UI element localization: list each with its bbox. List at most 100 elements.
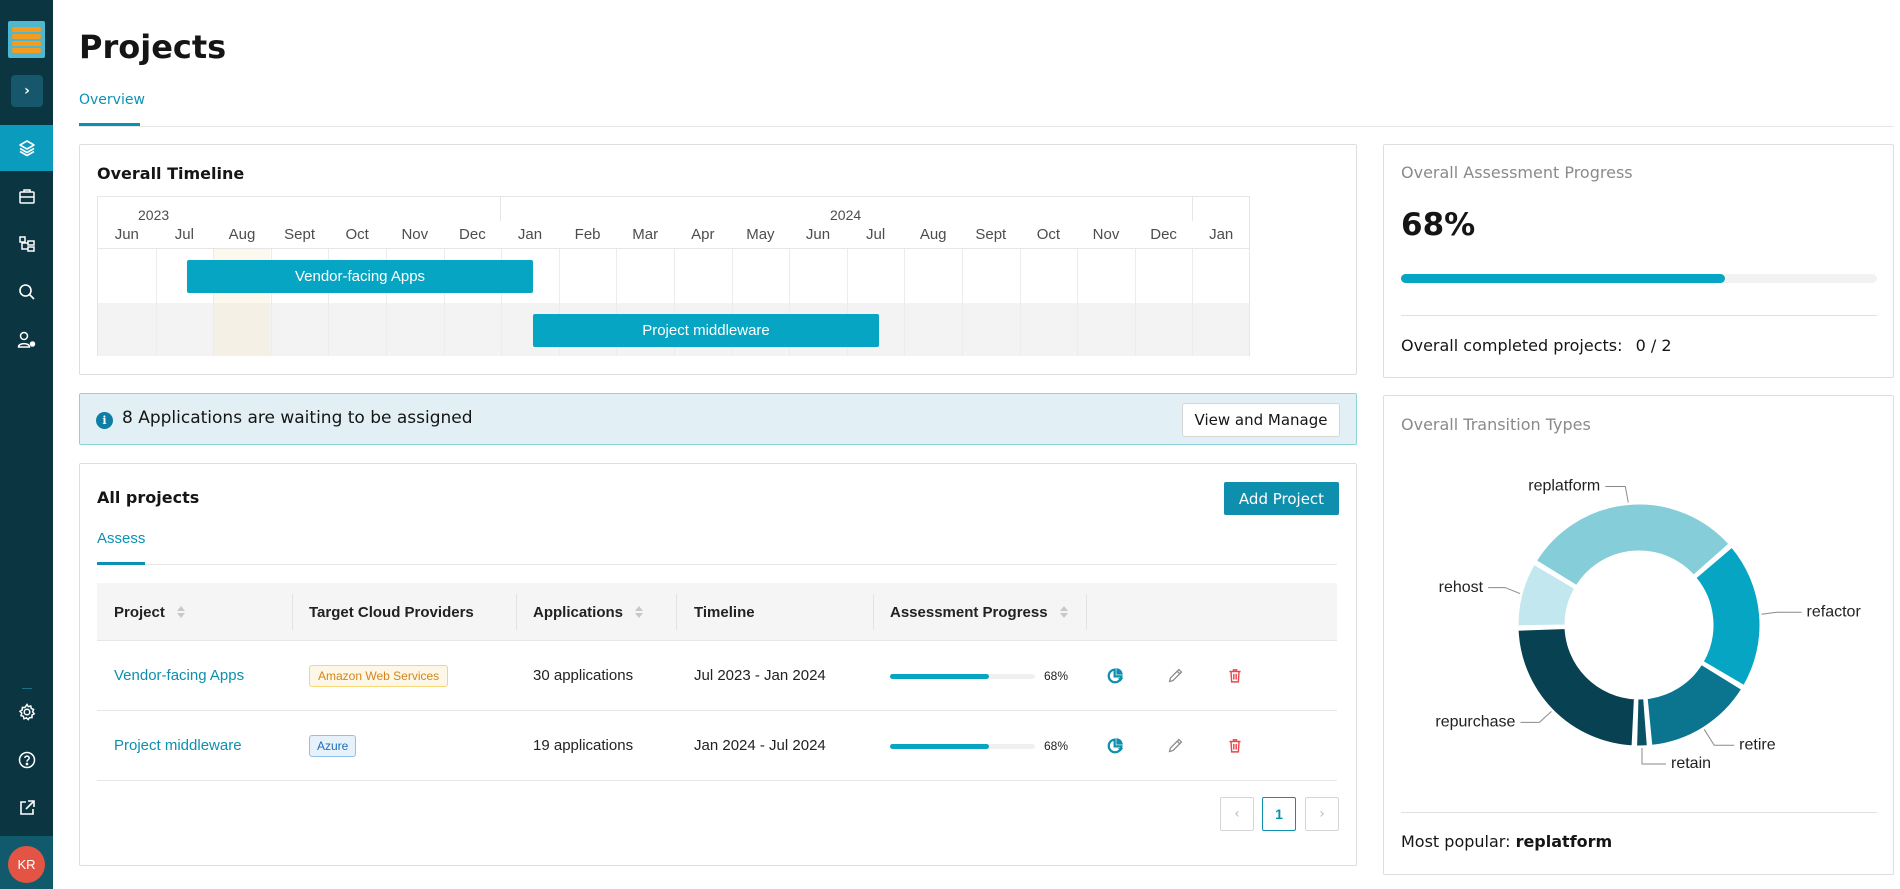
external-link-icon bbox=[19, 800, 35, 815]
sidebar-item-settings[interactable] bbox=[0, 689, 53, 735]
tabs-divider bbox=[79, 126, 1894, 127]
timeline-month-label: Jan bbox=[517, 226, 543, 243]
delete-button[interactable] bbox=[1224, 734, 1246, 756]
timeline-month-label: Sept bbox=[975, 226, 1007, 243]
avatar[interactable]: KR bbox=[8, 846, 45, 883]
sidebar-item-help[interactable] bbox=[0, 737, 53, 783]
assessment-progress-value: 68% bbox=[1044, 738, 1069, 753]
assess-chart-icon bbox=[1107, 737, 1123, 753]
view-and-manage-button[interactable]: View and Manage bbox=[1182, 403, 1340, 437]
sidebar-item-user-settings[interactable] bbox=[0, 317, 53, 363]
donut-label-repurchase: repurchase bbox=[1435, 714, 1515, 731]
donut-label-retire: retire bbox=[1739, 737, 1776, 754]
tab-assess[interactable]: Assess bbox=[97, 530, 145, 547]
donut-leader-line-retire bbox=[1703, 729, 1735, 746]
donut-slice-repurchase[interactable] bbox=[1515, 626, 1637, 749]
timeline-year-divider bbox=[500, 197, 501, 221]
donut-slice-retain[interactable] bbox=[1634, 696, 1650, 749]
pagination-next-button[interactable]: › bbox=[1305, 797, 1339, 831]
applications-cell: 19 applications bbox=[533, 737, 634, 754]
delete-button[interactable] bbox=[1224, 664, 1246, 686]
sidebar-item-projects[interactable] bbox=[0, 125, 53, 171]
hierarchy-icon bbox=[18, 236, 35, 252]
edit-pencil-icon bbox=[1168, 668, 1182, 682]
donut-label-retain: retain bbox=[1671, 755, 1711, 772]
pagination-prev-button[interactable]: ‹ bbox=[1220, 797, 1254, 831]
project-name-link[interactable]: Project middleware bbox=[114, 711, 242, 780]
timeline-month-label: Aug bbox=[228, 226, 256, 243]
donut-label-rehost: rehost bbox=[1439, 579, 1484, 596]
sort-icon[interactable] bbox=[1059, 606, 1068, 618]
timeline-grid-line bbox=[1077, 249, 1079, 356]
column-header-applications[interactable]: Applications bbox=[533, 583, 644, 641]
timeline-grid-line bbox=[1134, 249, 1136, 356]
alert-text: 8 Applications are waiting to be assigne… bbox=[122, 408, 473, 428]
sidebar-item-search[interactable] bbox=[0, 269, 53, 315]
timeline-month-label: Jan bbox=[1209, 226, 1234, 243]
all-projects-title: All projects bbox=[97, 488, 200, 507]
assessment-progress-card: Overall Assessment Progress 68% Overall … bbox=[1383, 144, 1894, 378]
assessment-progress-percent: 68% bbox=[1401, 207, 1476, 243]
column-header-timeline: Timeline bbox=[694, 603, 755, 621]
unassigned-apps-alert: i 8 Applications are waiting to be assig… bbox=[79, 393, 1357, 445]
column-header-project[interactable]: Project bbox=[114, 583, 185, 641]
assessment-progress-title: Overall Assessment Progress bbox=[1401, 163, 1633, 182]
edit-button[interactable] bbox=[1164, 734, 1186, 756]
assessment-progress-bar bbox=[890, 674, 1035, 679]
tab-overview[interactable]: Overview bbox=[79, 92, 145, 108]
timeline-card: Overall Timeline 2023 2024 Jun Jul Aug Sept… bbox=[79, 144, 1357, 375]
add-project-button[interactable]: Add Project bbox=[1224, 482, 1339, 515]
column-label: Project bbox=[114, 603, 165, 621]
timeline-bar-vendor-facing-apps[interactable]: Vendor-facing Apps bbox=[187, 260, 533, 293]
most-popular-label: Most popular: bbox=[1401, 832, 1511, 851]
completed-projects: Overall completed projects: 0 / 2 bbox=[1401, 336, 1672, 355]
sidebar: › KR bbox=[0, 0, 53, 889]
timeline-month-label: Nov bbox=[401, 226, 429, 243]
sidebar-item-external-link[interactable] bbox=[0, 785, 53, 831]
transition-types-donut-chart: replatform refactor retire retain repurchase… bbox=[1435, 478, 1861, 773]
gear-icon bbox=[18, 703, 35, 721]
cloud-provider-cell: Azure bbox=[309, 711, 357, 780]
completed-projects-value: 0 / 2 bbox=[1635, 336, 1672, 355]
sidebar-item-hierarchy[interactable] bbox=[0, 221, 53, 267]
timeline-bar-project-middleware[interactable]: Project middleware bbox=[533, 314, 879, 347]
progress-fill bbox=[1401, 274, 1725, 283]
user-menu[interactable]: KR bbox=[0, 836, 53, 889]
app-logo[interactable] bbox=[8, 21, 45, 58]
sidebar-toggle-button[interactable]: › bbox=[11, 75, 43, 107]
project-name-link[interactable]: Vendor-facing Apps bbox=[114, 641, 244, 710]
pagination-page-current[interactable]: 1 bbox=[1262, 797, 1296, 831]
timeline-title: Overall Timeline bbox=[97, 164, 245, 183]
column-divider bbox=[516, 594, 517, 630]
tab-overview-indicator bbox=[79, 123, 140, 126]
column-header-target-cloud-providers: Target Cloud Providers bbox=[309, 603, 474, 621]
donut-leader-line-repurchase bbox=[1520, 710, 1552, 723]
sort-icon[interactable] bbox=[176, 606, 185, 618]
timeline-month-label: May bbox=[746, 226, 775, 243]
column-divider bbox=[873, 594, 874, 630]
sidebar-item-portfolio[interactable] bbox=[0, 173, 53, 219]
table-header: Project Target Cloud Providers Applicati… bbox=[97, 583, 1337, 641]
timeline-year-2023: 2023 bbox=[138, 207, 170, 223]
help-icon bbox=[18, 751, 35, 769]
timeline-month-label: Jul bbox=[866, 226, 886, 243]
timeline-month-label: Oct bbox=[1036, 226, 1061, 243]
timeline-month-label: Jun bbox=[805, 226, 831, 243]
column-divider bbox=[292, 594, 293, 630]
applications-cell: 30 applications bbox=[533, 667, 634, 684]
donut-leader-line-rehost bbox=[1488, 587, 1521, 595]
chevron-right-icon: › bbox=[24, 83, 30, 99]
sort-icon[interactable] bbox=[635, 606, 644, 618]
timeline-year-2024: 2024 bbox=[830, 207, 862, 223]
column-header-assessment-progress[interactable]: Assessment Progress bbox=[890, 583, 1068, 641]
assess-button[interactable] bbox=[1104, 664, 1126, 686]
assess-button[interactable] bbox=[1104, 734, 1126, 756]
edit-button[interactable] bbox=[1164, 664, 1186, 686]
layers-icon bbox=[18, 140, 35, 157]
tab-assess-indicator bbox=[97, 562, 145, 565]
delete-trash-icon bbox=[1229, 668, 1241, 683]
user-gear-icon bbox=[17, 331, 35, 348]
transition-types-card: Overall Transition Types replatform refac… bbox=[1383, 395, 1894, 875]
overall-progress-bar bbox=[1401, 274, 1877, 283]
tabs-divider bbox=[97, 564, 1337, 565]
